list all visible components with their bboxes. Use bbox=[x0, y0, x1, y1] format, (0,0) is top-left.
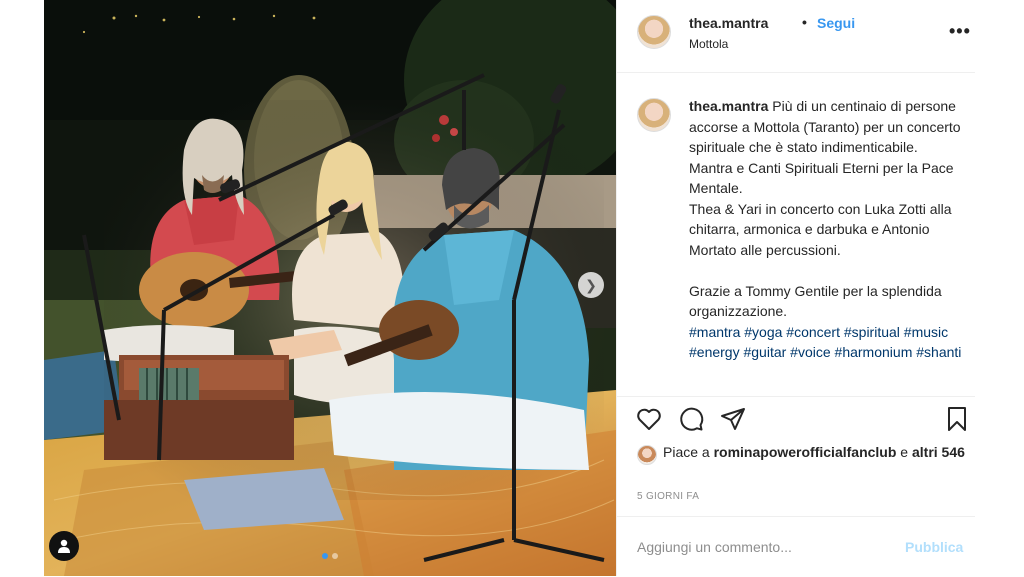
caption-thanks: Grazie a Tommy Gentile per la splendida … bbox=[689, 282, 942, 320]
action-bar bbox=[617, 396, 975, 441]
comment-icon[interactable] bbox=[677, 405, 705, 433]
caption-paragraph: Thea & Yari in concerto con Luka Zotti a… bbox=[689, 200, 952, 258]
likes-prefix: Piace a bbox=[663, 444, 710, 460]
share-icon[interactable] bbox=[719, 405, 747, 433]
concert-photo-illustration bbox=[44, 0, 616, 576]
more-options-icon[interactable]: ••• bbox=[949, 22, 971, 40]
instagram-post: ❯ thea.mantra • Segui Mottola ••• thea.m… bbox=[44, 0, 975, 576]
publish-button[interactable]: Pubblica bbox=[905, 539, 963, 555]
post-timestamp[interactable]: 5 GIORNI FA bbox=[637, 491, 699, 502]
post-photo[interactable]: ❯ bbox=[44, 0, 616, 576]
chevron-right-icon: ❯ bbox=[585, 276, 597, 293]
header-username[interactable]: thea.mantra bbox=[689, 15, 768, 31]
caption-username[interactable]: thea.mantra bbox=[689, 98, 768, 114]
likes-summary: Piace a rominapowerofficialfanclub e alt… bbox=[637, 442, 967, 465]
location-link[interactable]: Mottola bbox=[689, 37, 728, 51]
user-tag-icon bbox=[58, 539, 70, 553]
separator-dot: • bbox=[802, 14, 807, 30]
caption-text: thea.mantra Più di un centinaio di perso… bbox=[689, 96, 969, 363]
caption-section: thea.mantra Più di un centinaio di perso… bbox=[617, 88, 975, 388]
post-header: thea.mantra • Segui Mottola ••• bbox=[617, 0, 975, 73]
post-sidebar: thea.mantra • Segui Mottola ••• thea.man… bbox=[616, 0, 975, 576]
carousel-dot bbox=[332, 553, 338, 559]
heart-icon[interactable] bbox=[635, 405, 663, 433]
hashtags[interactable]: #mantra #yoga #concert #spiritual #music… bbox=[689, 322, 969, 363]
follow-button[interactable]: Segui bbox=[817, 15, 855, 31]
liker-avatar[interactable] bbox=[637, 445, 657, 465]
carousel-dot-active bbox=[322, 553, 328, 559]
carousel-indicator bbox=[44, 553, 616, 559]
caption-paragraph: Mantra e Canti Spirituali Eterni per la … bbox=[689, 159, 954, 197]
comment-form: Pubblica bbox=[617, 516, 975, 577]
likes-others-link[interactable]: altri 546 bbox=[912, 444, 965, 460]
avatar[interactable] bbox=[637, 15, 671, 49]
likes-conjunction: e bbox=[900, 444, 909, 460]
comment-input[interactable] bbox=[637, 535, 887, 559]
liker-username[interactable]: rominapowerofficialfanclub bbox=[714, 444, 897, 460]
bookmark-icon[interactable] bbox=[943, 405, 971, 433]
caption-avatar[interactable] bbox=[637, 98, 671, 132]
carousel-next-button[interactable]: ❯ bbox=[578, 272, 604, 298]
